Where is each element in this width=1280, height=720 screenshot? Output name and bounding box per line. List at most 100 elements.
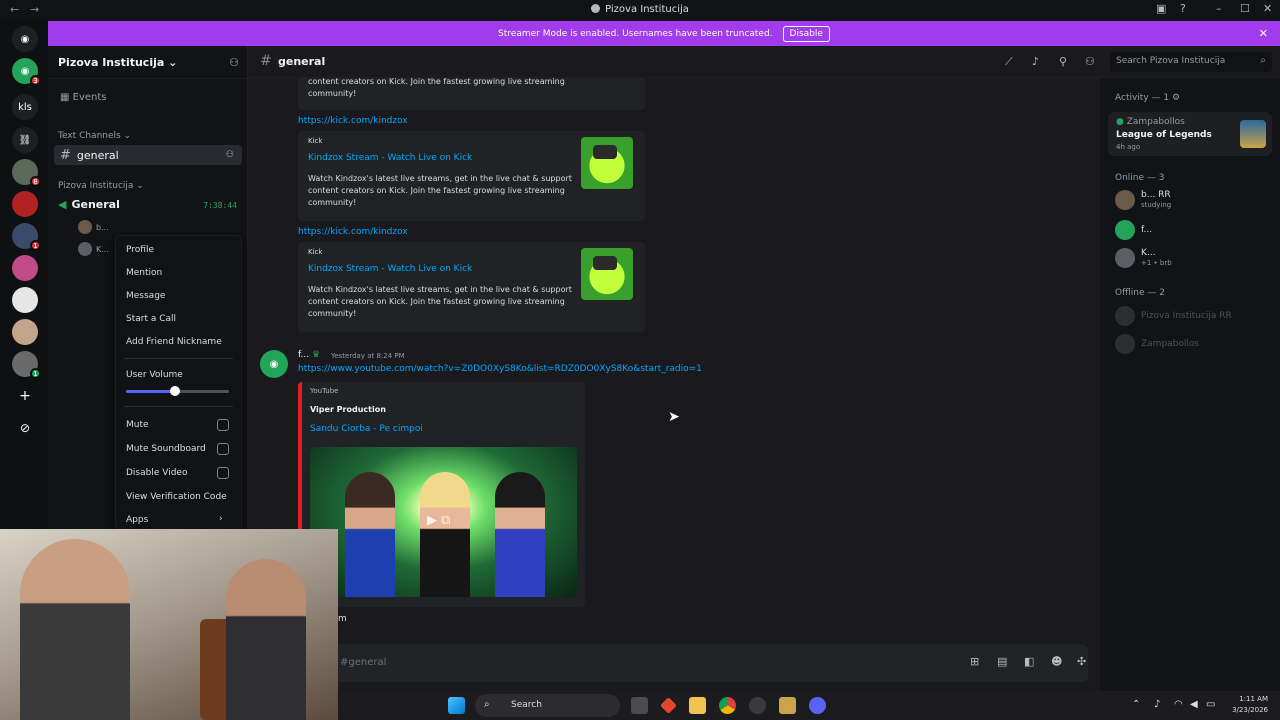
category-text-channels[interactable]: Text Channels ⌄	[58, 131, 131, 141]
embed-title-link[interactable]: Kindzox Stream - Watch Live on Kick	[308, 153, 472, 163]
server-icon[interactable]: 1	[12, 351, 41, 379]
home-icon[interactable]: ◉	[12, 26, 38, 52]
category-voice[interactable]: Pizova Institucija ⌄	[58, 181, 144, 191]
composer-placeholder: #general	[340, 657, 387, 668]
events-item[interactable]: ▦ Events	[60, 92, 107, 103]
discord-icon[interactable]	[809, 697, 826, 714]
volume-knob[interactable]	[170, 386, 181, 396]
member-status: +1 • brb	[1141, 259, 1172, 267]
menu-item-disable-video[interactable]: Disable Video	[126, 468, 187, 478]
inbox-icon[interactable]: ▣	[1156, 2, 1166, 15]
battery-icon[interactable]: ▭	[1206, 699, 1215, 710]
chrome-icon[interactable]	[719, 697, 736, 714]
server-icon[interactable]: ◉ 3	[12, 58, 41, 86]
server-icon[interactable]: 8	[12, 159, 41, 187]
embed-author[interactable]: Viper Production	[310, 405, 386, 414]
menu-item-verification-code[interactable]: View Verification Code	[126, 492, 227, 502]
member-item[interactable]: f...	[1115, 220, 1152, 240]
menu-item-apps[interactable]: Apps	[126, 515, 148, 525]
task-view-icon[interactable]	[631, 697, 648, 714]
member-list-icon[interactable]: ⚇	[1085, 55, 1095, 68]
hash-icon: #	[260, 53, 272, 69]
windows-taskbar: ⌕ Search ⌃ ♪ ◠ ◀ ▭ 1:11 AM 3/23/2026	[338, 691, 1280, 720]
menu-item-start-call[interactable]: Start a Call	[126, 314, 176, 324]
discover-icon[interactable]: ⊘	[12, 415, 38, 441]
menu-item-mute[interactable]: Mute	[126, 420, 149, 430]
disable-video-checkbox[interactable]	[217, 467, 229, 479]
embed-thumbnail[interactable]	[581, 248, 633, 300]
member-item[interactable]: Zampabollos	[1115, 334, 1199, 354]
invite-people-icon[interactable]: ⚇	[229, 56, 239, 69]
gift-icon[interactable]: ⊞	[970, 655, 979, 668]
start-icon[interactable]	[448, 697, 465, 714]
menu-item-mute-soundboard[interactable]: Mute Soundboard	[126, 444, 206, 454]
webcam-person	[20, 539, 130, 720]
link-server-icon[interactable]: ⛓	[12, 127, 38, 153]
gear-icon[interactable]: ⚙	[1172, 93, 1180, 103]
server-icon[interactable]	[12, 319, 38, 345]
search-input[interactable]: Search Pizova Institucija ⌕	[1110, 52, 1272, 72]
sticker-icon[interactable]: ◧	[1024, 655, 1034, 668]
mute-checkbox[interactable]	[217, 419, 229, 431]
league-icon[interactable]	[779, 697, 796, 714]
search-placeholder: Search Pizova Institucija	[1116, 56, 1226, 66]
server-icon[interactable]	[12, 255, 38, 281]
wifi-icon[interactable]: ◠	[1174, 699, 1183, 710]
member-item[interactable]: K... +1 • brb	[1115, 248, 1172, 268]
message-link[interactable]: https://kick.com/kindzox	[298, 116, 408, 126]
file-explorer-icon[interactable]	[689, 697, 706, 714]
emoji-icon[interactable]: ☻	[1051, 655, 1062, 668]
menu-item-message[interactable]: Message	[126, 291, 165, 301]
mute-soundboard-checkbox[interactable]	[217, 443, 229, 455]
voice-user[interactable]: K...	[78, 242, 109, 256]
activity-card[interactable]: ● Zampabollos League of Legends 4h ago	[1108, 112, 1272, 156]
gif-icon[interactable]: ▤	[997, 655, 1007, 668]
avatar	[1115, 306, 1135, 326]
bell-icon[interactable]: ♪	[1032, 55, 1039, 68]
message-link[interactable]: https://kick.com/kindzox	[298, 227, 408, 237]
voice-user[interactable]: b...	[78, 220, 109, 234]
embed-title-link[interactable]: Sandu Ciorba - Pe cimpoi	[310, 424, 423, 434]
help-icon[interactable]: ?	[1180, 2, 1186, 15]
youtube-link[interactable]: https://www.youtube.com/watch?v=Z0DO0XyS…	[298, 364, 702, 374]
add-server-icon[interactable]: +	[12, 383, 38, 409]
message-author[interactable]: f... ♛	[298, 350, 320, 360]
volume-icon[interactable]: ◀	[1190, 699, 1198, 710]
avatar[interactable]: ◉	[260, 350, 288, 378]
chevron-up-icon[interactable]: ⌃	[1132, 699, 1140, 710]
pin-icon[interactable]: ⚲	[1059, 55, 1067, 68]
channel-label: general	[76, 148, 119, 162]
close-banner-icon[interactable]: ✕	[1259, 27, 1268, 40]
close-window-button[interactable]: ✕	[1263, 2, 1272, 15]
disable-streamer-mode-button[interactable]: Disable	[782, 25, 830, 42]
apps-icon[interactable]: ✣	[1077, 655, 1086, 668]
voice-channel-general[interactable]: ◀ General	[58, 198, 120, 211]
menu-item-mention[interactable]: Mention	[126, 268, 162, 278]
channel-general[interactable]: # general ⚇	[54, 145, 242, 165]
menu-item-add-friend-nickname[interactable]: Add Friend Nickname	[126, 337, 222, 347]
server-icon[interactable]	[12, 287, 38, 313]
video-thumbnail[interactable]: ▶ ⧉	[310, 447, 577, 597]
app-icon[interactable]	[749, 697, 766, 714]
embed-thumbnail[interactable]	[581, 137, 633, 189]
activity-game: League of Legends	[1116, 130, 1212, 140]
minimize-button[interactable]: –	[1216, 2, 1222, 15]
member-item[interactable]: Pizova Institucija RR	[1115, 306, 1232, 326]
taskbar-search[interactable]: ⌕ Search	[475, 694, 620, 717]
server-name-dropdown[interactable]: Pizova Institucija ⌄	[58, 56, 177, 69]
server-icon[interactable]	[12, 191, 38, 217]
add-member-icon[interactable]: ⚇	[226, 150, 234, 160]
menu-item-profile[interactable]: Profile	[126, 245, 154, 255]
server-icon[interactable]: 1	[12, 223, 41, 251]
maximize-button[interactable]: ☐	[1240, 2, 1250, 15]
mic-icon[interactable]: ♪	[1154, 699, 1160, 710]
taskbar-clock[interactable]: 1:11 AM 3/23/2026	[1232, 694, 1268, 716]
member-item[interactable]: b... RR studying	[1115, 190, 1171, 210]
user-volume-slider[interactable]	[126, 386, 229, 396]
app-icon[interactable]	[660, 697, 677, 714]
threads-icon[interactable]: ⟋	[1005, 55, 1013, 69]
embed-title-link[interactable]: Kindzox Stream - Watch Live on Kick	[308, 264, 472, 274]
play-icon[interactable]: ▶ ⧉	[427, 513, 450, 528]
server-kls[interactable]: kls	[12, 94, 38, 120]
message-composer[interactable]: #general ⊞ ▤ ◧ ☻ ✣	[310, 644, 1088, 682]
